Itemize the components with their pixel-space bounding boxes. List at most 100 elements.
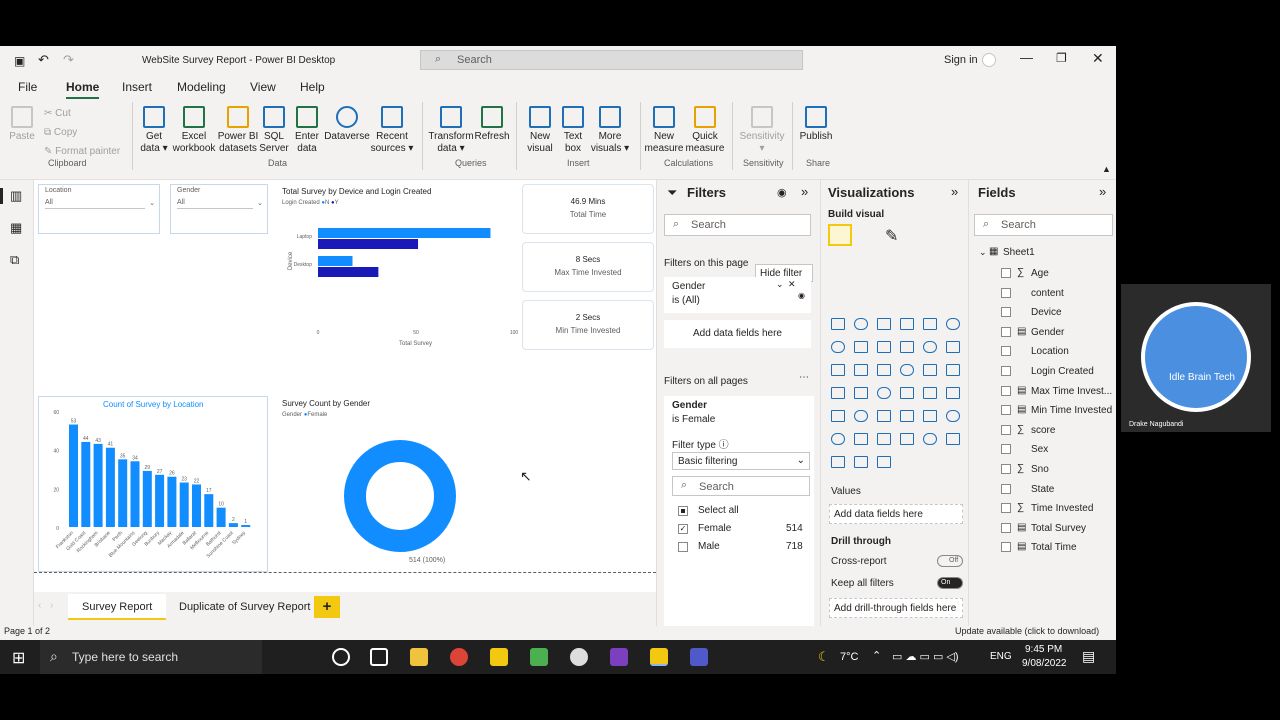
visual-type-icon[interactable] [900,410,914,422]
collapse-icon[interactable]: » [1099,184,1106,199]
build-visual-tab[interactable] [828,224,852,246]
avatar[interactable] [982,53,996,67]
tab-modeling[interactable]: Modeling [177,80,226,94]
update-link[interactable]: Update available (click to download) [955,626,1099,636]
add-page-button[interactable]: + [314,596,340,618]
field-checkbox[interactable] [1001,366,1011,376]
visual-type-icon[interactable] [854,364,868,376]
field-checkbox[interactable] [1001,326,1011,337]
visual-type-icon[interactable] [946,387,960,399]
slicer-dropdown[interactable]: All ⌄ [177,199,263,209]
field-checkbox[interactable] [1001,483,1011,494]
tab-help[interactable]: Help [300,80,325,94]
prev-page-icon[interactable]: ‹ [38,600,41,611]
next-page-icon[interactable]: › [50,600,53,611]
visual-type-icon[interactable] [946,341,960,353]
visual-type-icon[interactable] [854,410,868,422]
card-min-time[interactable]: 2 Secs Min Time Invested [522,300,654,350]
visual-type-icon[interactable] [900,341,914,353]
chevron-down-icon[interactable]: ⌄ [979,247,987,258]
field-checkbox[interactable] [1001,385,1011,396]
enter-data-button[interactable]: Enter data [291,106,323,155]
visual-type-icon[interactable] [877,456,891,468]
cortana-icon[interactable] [332,648,350,666]
add-page-filter-fields[interactable]: Add data fields here [664,320,811,348]
visual-type-icon[interactable] [923,364,937,376]
new-visual-button[interactable]: New visual [524,106,556,155]
field-checkbox[interactable] [1001,405,1011,416]
page-filter-card[interactable]: Gender is (All) ⌄ ✕ ◉ [664,277,811,313]
dataverse-button[interactable]: Dataverse [324,106,370,143]
field-item[interactable]: content [1031,288,1064,299]
page-tab-survey-report[interactable]: Survey Report [68,594,167,620]
visual-type-icon[interactable] [877,364,891,376]
field-item[interactable]: State [1031,484,1054,495]
windows-start-icon[interactable]: ⊞ [12,648,25,668]
excel-workbook-button[interactable]: Excel workbook [172,106,216,155]
more-options-icon[interactable]: ⋯ [799,372,809,383]
close-button[interactable]: ✕ [1092,50,1104,67]
copy-button[interactable]: ⧉ Copy [44,127,77,139]
visual-type-icon[interactable] [923,433,937,445]
visual-type-icon[interactable] [900,433,914,445]
gender-slicer[interactable]: Gender All ⌄ [170,184,268,234]
visual-type-icon[interactable] [900,364,914,376]
collapse-ribbon-icon[interactable]: ▲ [1102,164,1111,174]
field-checkbox[interactable] [1001,268,1011,278]
field-checkbox[interactable] [1001,444,1011,455]
visual-type-icon[interactable] [900,387,914,399]
visual-type-icon[interactable] [923,387,937,399]
refresh-button[interactable]: Refresh [474,106,510,143]
field-checkbox[interactable] [1001,346,1011,357]
filter-type-dropdown[interactable]: Basic filtering ⌄ [672,452,810,470]
visual-type-icon[interactable] [831,364,845,376]
text-box-button[interactable]: Text box [558,106,588,155]
visual-type-icon[interactable] [877,410,891,422]
format-painter-button[interactable]: ✎ Format painter [44,146,120,158]
teams-icon[interactable] [690,648,708,666]
field-checkbox[interactable] [1001,522,1011,533]
tab-home[interactable]: Home [66,80,100,99]
minimize-button[interactable]: — [1020,50,1033,65]
visual-type-icon[interactable] [877,433,891,445]
slicer-dropdown[interactable]: All ⌄ [45,199,155,209]
field-item[interactable]: Location [1031,346,1069,357]
visual-type-icon[interactable] [946,433,960,445]
visual-type-icon[interactable] [946,318,960,330]
powerbi-datasets-button[interactable]: Power BI datasets [217,106,259,155]
field-item[interactable]: Age [1031,268,1049,279]
select-all-checkbox[interactable] [678,506,688,516]
visual-type-icon[interactable] [831,341,845,353]
taskbar-search[interactable]: ⌕ Type here to search [40,640,262,674]
app-icon[interactable] [530,648,548,666]
column-chart-location[interactable]: Count of Survey by Location 60 40 20 0 53 Fra… [38,396,268,572]
powerbi-active-icon[interactable] [650,648,668,666]
visual-type-icon[interactable] [877,318,891,330]
field-checkbox[interactable] [1001,287,1011,298]
language-indicator[interactable]: ENG [990,651,1012,662]
visual-type-icon[interactable] [923,341,937,353]
location-slicer[interactable]: Location All ⌄ [38,184,160,234]
powerbi-icon[interactable] [490,648,508,666]
field-item[interactable]: Sno [1031,464,1049,475]
field-checkbox[interactable] [1001,307,1011,318]
clock-date[interactable]: 9/08/2022 [1022,658,1067,669]
donut-chart-gender[interactable]: Survey Count by Gender Gender ●Female 51… [278,396,522,572]
tray-icons[interactable]: ▭ ☁ ▭ ▭ ◁) [892,650,959,663]
collapse-icon[interactable]: » [801,184,808,199]
cut-button[interactable]: ✂ Cut [44,108,71,120]
field-item[interactable]: Sex [1031,444,1048,455]
female-checkbox[interactable]: ✓ [678,524,688,534]
filter-values-search[interactable]: ⌕ Search [672,476,810,496]
new-measure-button[interactable]: New measure [644,106,684,155]
cross-report-toggle[interactable]: Off [937,555,963,567]
data-view-icon[interactable]: ▦ [10,220,22,236]
field-checkbox[interactable] [1001,503,1011,514]
sign-in-link[interactable]: Sign in [944,54,978,66]
add-values-field[interactable]: Add data fields here [829,504,963,524]
field-checkbox[interactable] [1001,424,1011,435]
visual-type-icon[interactable] [854,456,868,468]
task-view-icon[interactable] [370,648,388,666]
tray-chevron-icon[interactable]: ⌃ [872,649,881,662]
table-sheet1[interactable]: Sheet1 [1003,247,1035,258]
